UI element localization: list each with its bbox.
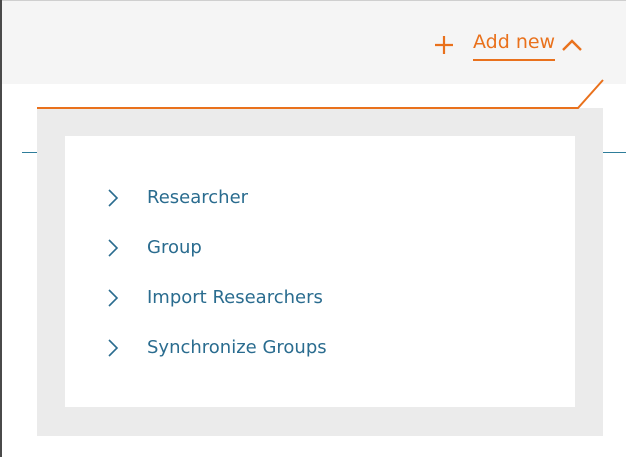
menu-item-label: Researcher [147, 187, 249, 208]
page: Add new Researcher Group Import Research… [0, 0, 626, 457]
dropdown-menu: Researcher Group Import Researchers Sync… [65, 136, 575, 407]
caret-up-icon [562, 39, 582, 51]
chevron-right-icon [108, 189, 119, 207]
chevron-right-icon [108, 289, 119, 307]
menu-item-label: Group [147, 237, 202, 258]
chevron-right-icon [108, 339, 119, 357]
add-new-label[interactable]: Add new [473, 28, 556, 61]
plus-icon [435, 36, 453, 54]
menu-item-label: Synchronize Groups [147, 337, 327, 358]
chevron-right-icon [108, 239, 119, 257]
add-new-button[interactable]: Add new [433, 28, 583, 64]
add-new-dropdown: Researcher Group Import Researchers Sync… [37, 108, 603, 436]
menu-item-import-researchers[interactable]: Import Researchers [65, 270, 575, 326]
left-border [0, 0, 2, 457]
menu-item-label: Import Researchers [147, 287, 323, 308]
menu-item-synchronize-groups[interactable]: Synchronize Groups [65, 320, 575, 376]
menu-item-researcher[interactable]: Researcher [65, 170, 575, 226]
menu-item-group[interactable]: Group [65, 220, 575, 276]
